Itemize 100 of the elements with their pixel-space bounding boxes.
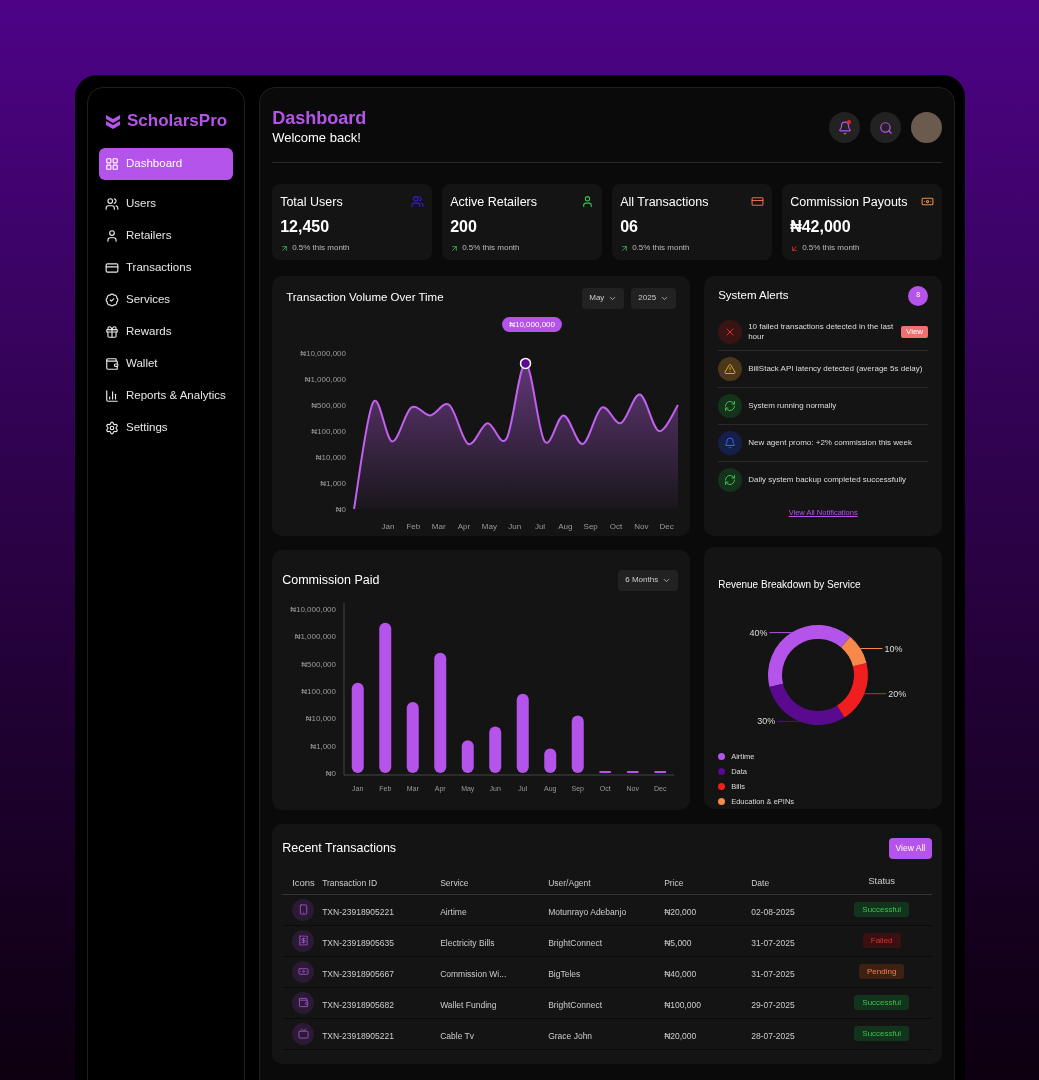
axis-label: ₦10,000,000 (300, 348, 347, 358)
stat-label: Commission Payouts (790, 193, 908, 211)
bar (406, 701, 419, 773)
table-cell: 31-07-2025 (751, 968, 795, 979)
table-cell: Airtime (440, 906, 467, 917)
table-cell: TXN-23918905221 (322, 1030, 394, 1041)
search-button[interactable] (870, 112, 902, 144)
refresh-icon (724, 399, 737, 412)
axis-label: Sep (583, 521, 598, 531)
nav-item[interactable]: Transactions (99, 253, 234, 282)
leader-line (860, 647, 884, 649)
column-header: Service (440, 878, 469, 888)
bar (599, 770, 612, 773)
table-cell: ₦100,000 (664, 999, 702, 1010)
axis-label: Jul (535, 521, 546, 531)
axis-label: ₦500,000 (311, 400, 347, 410)
nav-item[interactable]: Wallet (99, 349, 234, 378)
bar (544, 747, 557, 773)
tv-icon (297, 1028, 309, 1039)
status-badge: Successful (854, 1026, 909, 1041)
axis-label: ₦10,000,000 (290, 604, 337, 614)
axis-label: ₦1,000 (320, 478, 347, 488)
column-header: Transaction ID (322, 878, 378, 888)
status-badge: Pending (858, 964, 905, 979)
table-cell: BrightConnect (548, 999, 603, 1010)
table-cell: ₦40,000 (664, 968, 697, 979)
bar (654, 770, 667, 773)
receipt-icon (297, 935, 309, 946)
table-cell: 02-08-2025 (751, 906, 795, 917)
nav-item[interactable]: Reports & Analytics (99, 381, 234, 410)
nav-item[interactable]: Dashboard (99, 147, 234, 180)
wallet-icon (297, 997, 309, 1008)
nav-item[interactable]: Rewards (99, 317, 234, 346)
table-cell: ₦5,000 (664, 937, 692, 948)
percent-label: 40% (749, 627, 768, 638)
table-cell: Cable Tv (440, 1030, 474, 1041)
status-badge: Failed (862, 933, 901, 948)
axis-label: Feb (406, 521, 421, 531)
warning-icon (724, 362, 737, 375)
user-icon (105, 228, 119, 243)
axis-label: ₦500,000 (301, 659, 337, 669)
bell-icon (837, 120, 852, 135)
phone-icon (297, 904, 309, 915)
card-title: Commission Paid (282, 571, 380, 589)
card-title: Recent Transactions (282, 839, 397, 857)
money-icon (297, 966, 309, 977)
gift-icon (105, 324, 119, 339)
column-header: Date (751, 878, 770, 888)
table-cell: Wallet Funding (440, 999, 497, 1010)
table-cell: ₦20,000 (664, 906, 697, 917)
stat-label: All Transactions (620, 193, 709, 211)
leader-line (864, 692, 887, 694)
bar (626, 770, 639, 773)
bar (571, 715, 584, 773)
chart-icon (105, 388, 119, 403)
users-icon (105, 196, 119, 211)
page-title: Dashboard (272, 108, 367, 128)
card-title: Revenue Breakdown by Service (718, 578, 861, 590)
logo-icon (105, 112, 121, 129)
filter-dropdown[interactable]: 6 Months (618, 569, 679, 591)
nav-item[interactable]: Users (99, 189, 234, 218)
alert-text: New agent promo: +2% commission this week (748, 437, 912, 448)
view-all-button[interactable]: View All (888, 837, 933, 859)
card-title: Transaction Volume Over Time (286, 290, 444, 306)
axis-label: Nov (634, 521, 649, 531)
table-cell: TXN-23918905221 (322, 906, 394, 917)
nav-item[interactable]: Services (99, 285, 234, 314)
status-badge: Successful (854, 902, 909, 917)
filter-dropdown[interactable]: 2025 (631, 287, 677, 309)
alert-text: System running normally (748, 400, 837, 411)
axis-label: ₦1,000 (310, 741, 337, 751)
notification-button[interactable] (829, 112, 861, 144)
badge-icon (105, 292, 119, 307)
nav-item[interactable]: Retailers (99, 221, 234, 250)
brand-name: ScholarsPro (127, 110, 228, 132)
table-cell: Grace John (548, 1030, 593, 1041)
grid-icon (105, 156, 119, 171)
bar (461, 739, 474, 773)
card-title: System Alerts (718, 287, 789, 303)
leader-line (769, 631, 793, 633)
axis-label: ₦1,000,000 (304, 374, 347, 384)
filter-dropdown[interactable]: May (582, 287, 625, 309)
axis-label: ₦10,000 (305, 713, 337, 723)
column-header: Status (868, 873, 896, 888)
table-cell: TXN-23918905635 (322, 937, 394, 948)
stat-label: Active Retailers (450, 193, 537, 211)
alert-text: BillStack API latency detected (average 5s delay) (748, 363, 923, 374)
change-text: 0.5% this month (292, 242, 350, 255)
nav-item[interactable]: Settings (99, 413, 234, 442)
leader-line (776, 720, 800, 722)
change-text: 0.5% this month (802, 242, 860, 255)
table-cell: 28-07-2025 (751, 1030, 795, 1041)
change-text: 0.5% this month (462, 242, 520, 255)
stat-value: 06 (620, 217, 639, 238)
axis-label: Oct (609, 521, 623, 531)
stat-label: Total Users (280, 193, 343, 211)
axis-label: ₦1,000,000 (294, 631, 337, 641)
avatar[interactable] (911, 112, 943, 144)
bell-icon (724, 436, 737, 449)
table-cell: ₦20,000 (664, 1030, 697, 1041)
